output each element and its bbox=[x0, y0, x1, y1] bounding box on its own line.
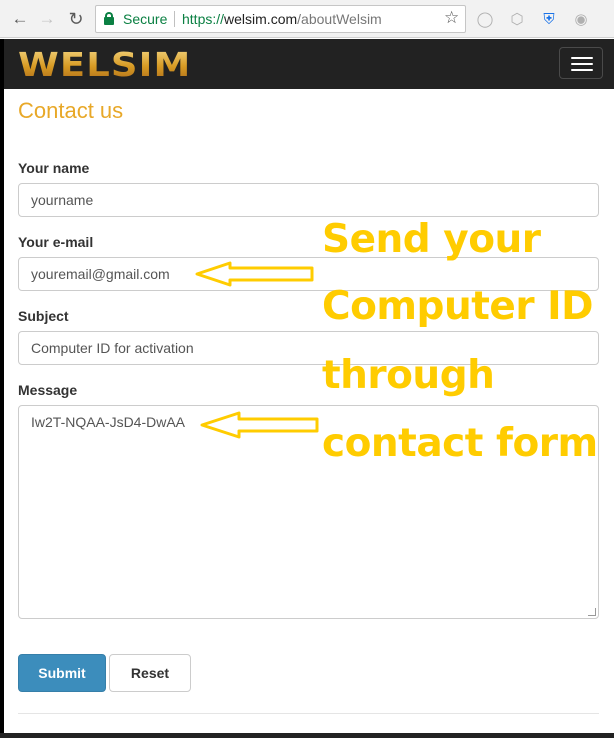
divider bbox=[18, 713, 599, 714]
subject-label: Subject bbox=[18, 308, 69, 324]
email-label: Your e-mail bbox=[18, 234, 94, 250]
url-divider bbox=[174, 11, 175, 27]
arrow-to-message-icon bbox=[200, 411, 319, 439]
reset-button[interactable]: Reset bbox=[109, 654, 191, 692]
submit-button[interactable]: Submit bbox=[18, 654, 106, 692]
message-label: Message bbox=[18, 382, 78, 398]
arrow-to-email-icon bbox=[195, 261, 314, 287]
bookmark-star-icon[interactable]: ☆ bbox=[444, 8, 459, 28]
footer-bar bbox=[0, 733, 614, 738]
annotation-line-2: Computer ID bbox=[322, 284, 594, 329]
extension-icon-4[interactable]: ◉ bbox=[572, 10, 590, 28]
annotation-line-3: through bbox=[322, 353, 495, 398]
annotation-line-1: Send your bbox=[322, 217, 541, 262]
name-input[interactable]: yourname bbox=[18, 183, 599, 217]
secure-label: Secure bbox=[123, 11, 168, 27]
extension-shield-icon[interactable]: ⬡ bbox=[508, 10, 526, 28]
page-title: Contact us bbox=[18, 98, 124, 123]
annotation-line-4: contact form bbox=[322, 421, 598, 466]
resize-grip-icon[interactable] bbox=[588, 608, 596, 616]
forward-arrow-icon[interactable]: → bbox=[35, 7, 59, 31]
address-bar[interactable]: Secure https://welsim.com/aboutWelsim ☆ bbox=[95, 5, 466, 33]
extension-icon-1[interactable]: ◯ bbox=[476, 10, 494, 28]
welsim-logo[interactable]: WELSIM bbox=[18, 45, 191, 84]
subject-input[interactable]: Computer ID for activation bbox=[18, 331, 599, 365]
lock-icon bbox=[104, 12, 114, 25]
name-label: Your name bbox=[18, 160, 90, 176]
reload-icon[interactable]: ↻ bbox=[64, 7, 88, 31]
back-arrow-icon[interactable]: ← bbox=[8, 7, 32, 31]
hamburger-icon[interactable] bbox=[559, 47, 603, 79]
extension-check-shield-icon[interactable]: ⛨ bbox=[540, 10, 558, 28]
browser-toolbar: ← → ↻ Secure https://welsim.com/aboutWel… bbox=[0, 0, 614, 38]
message-text: Iw2T-NQAA-JsD4-DwAA bbox=[31, 414, 186, 430]
url-text: https://welsim.com/aboutWelsim bbox=[182, 11, 382, 27]
site-navbar: WELSIM bbox=[0, 39, 614, 89]
